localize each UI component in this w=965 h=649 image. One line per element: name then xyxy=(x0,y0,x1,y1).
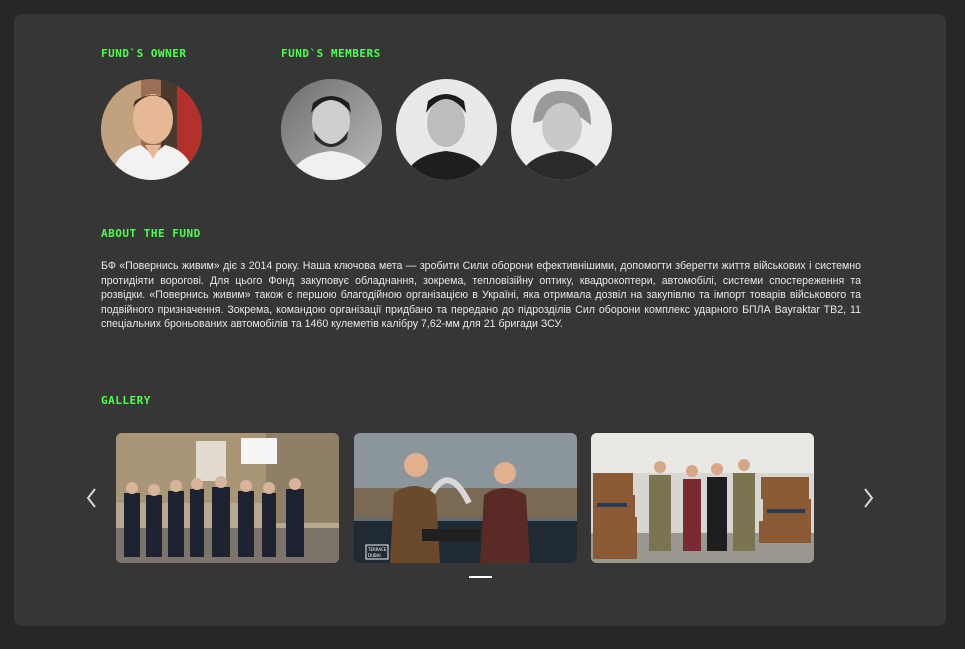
member-avatar-2[interactable] xyxy=(396,79,497,180)
person-portrait-icon xyxy=(396,79,497,180)
about-paragraph: БФ «Повернись живим» діє з 2014 року. На… xyxy=(101,260,861,331)
person-portrait-icon xyxy=(101,79,202,180)
chevron-right-icon xyxy=(864,488,874,508)
chevron-left-icon xyxy=(86,488,96,508)
gallery-photo-1[interactable] xyxy=(116,433,339,563)
gallery-photo-2[interactable]: TERRACE DUBAI xyxy=(354,433,577,563)
photo-caption-line2: DUBAI xyxy=(368,553,381,558)
members-section-title: FUND`S MEMBERS xyxy=(281,47,381,60)
gallery-photo-3[interactable] xyxy=(591,433,814,563)
person-portrait-icon xyxy=(281,79,382,180)
owner-section-title: FUND`S OWNER xyxy=(101,47,187,60)
gallery-prev-button[interactable] xyxy=(83,486,99,510)
gallery-next-button[interactable] xyxy=(861,486,877,510)
person-portrait-icon xyxy=(511,79,612,180)
photo-caption-line1: TERRACE xyxy=(367,547,387,552)
member-avatar-3[interactable] xyxy=(511,79,612,180)
member-avatar-1[interactable] xyxy=(281,79,382,180)
fund-card: FUND`S OWNER FUND`S MEMBERS ABOUT THE FU… xyxy=(14,14,946,626)
gallery-section-title: GALLERY xyxy=(101,394,151,407)
owner-avatar[interactable] xyxy=(101,79,202,180)
gallery-pagination-dot[interactable] xyxy=(469,576,492,578)
about-section-title: ABOUT THE FUND xyxy=(101,227,201,240)
